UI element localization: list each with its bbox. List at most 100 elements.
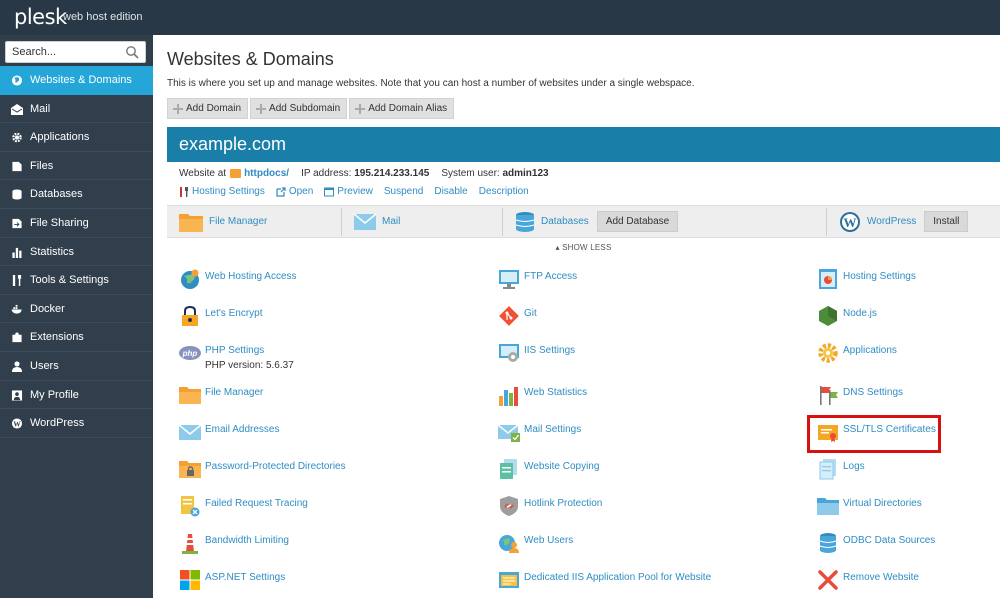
sidebar-item-label: Extensions (30, 331, 84, 344)
tool-virtual-directories[interactable]: Virtual Directories (817, 495, 922, 517)
sidebar-item-label: Websites & Domains (30, 74, 132, 86)
tool-password-protected-directories[interactable]: Password-Protected Directories (179, 458, 346, 480)
quick-mail[interactable]: Mail (354, 206, 400, 237)
quick-wordpress-label[interactable]: WordPress (867, 216, 916, 227)
show-less-label: SHOW LESS (562, 243, 612, 252)
sidebar-item-label: File Sharing (30, 216, 89, 229)
sidebar-item-wordpress[interactable]: W WordPress (0, 409, 153, 438)
sidebar-item-docker[interactable]: Docker (0, 295, 153, 324)
tool-label: Web Statistics (524, 387, 588, 398)
tool-iis-settings[interactable]: IIS Settings (498, 342, 575, 364)
search-icon[interactable] (125, 45, 139, 59)
user-icon (11, 361, 23, 372)
sidebar-item-label: WordPress (30, 417, 85, 430)
install-button[interactable]: Install (924, 211, 969, 232)
add-domain-alias-button[interactable]: Add Domain Alias (349, 98, 455, 119)
tool-odbc-data-sources[interactable]: ODBC Data Sources (817, 532, 935, 554)
web-statistics-icon (499, 387, 518, 406)
tool-label: ASP.NET Settings (205, 572, 286, 583)
sidebar-item-my-profile[interactable]: My Profile (0, 381, 153, 410)
tool-hotlink-protection[interactable]: Hotlink Protection (498, 495, 602, 517)
locked-folder-icon (179, 461, 201, 478)
tool-email-addresses[interactable]: Email Addresses (179, 421, 279, 443)
sidebar-item-file-sharing[interactable]: File Sharing (0, 209, 153, 238)
aspnet-icon (180, 570, 200, 590)
tool-label: FTP Access (524, 271, 578, 282)
tool-logs[interactable]: Logs (817, 458, 865, 480)
tool-file-manager[interactable]: File Manager (179, 384, 263, 406)
odbc-icon (819, 533, 837, 553)
tool-label: Let's Encrypt (205, 308, 263, 319)
quick-databases: Databases Add Database (515, 206, 679, 237)
sidebar-item-mail[interactable]: Mail (0, 95, 153, 124)
description-link[interactable]: Description (479, 186, 529, 197)
request-tracing-icon (181, 496, 200, 517)
add-database-button[interactable]: Add Database (596, 211, 679, 232)
sidebar-item-websites-domains[interactable]: Websites & Domains (0, 66, 153, 95)
separator (341, 208, 342, 236)
suspend-label: Suspend (383, 186, 424, 197)
tool-git[interactable]: Git (498, 305, 537, 327)
website-at-label: Website at (179, 168, 227, 179)
sidebar-item-files[interactable]: Files (0, 152, 153, 181)
lets-encrypt-icon (182, 305, 198, 326)
highlight-box (807, 415, 941, 453)
tool-remove-website[interactable]: Remove Website (817, 569, 919, 591)
globe-icon (11, 75, 23, 86)
tool-label: Bandwidth Limiting (205, 535, 289, 546)
plesk-logo[interactable]: plesk (14, 5, 67, 29)
svg-text:php: php (182, 349, 198, 358)
database-icon (12, 189, 22, 200)
tool-web-hosting-access[interactable]: Web Hosting Access (179, 268, 297, 290)
sidebar-item-label: Applications (30, 131, 90, 144)
tool-website-copying[interactable]: Website Copying (498, 458, 599, 480)
disable-link[interactable]: Disable (434, 186, 467, 197)
tool-dedicated-app-pool[interactable]: Dedicated IIS Application Pool for Websi… (498, 569, 711, 591)
docroot-link[interactable]: httpdocs/ (244, 168, 289, 179)
open-icon (276, 186, 286, 197)
sidebar-item-applications[interactable]: Applications (0, 123, 153, 152)
tool-bandwidth-limiting[interactable]: Bandwidth Limiting (179, 532, 289, 554)
sidebar-item-tools-settings[interactable]: Tools & Settings (0, 266, 153, 295)
mail-icon (11, 103, 23, 115)
tool-dns-settings[interactable]: DNS Settings (817, 384, 903, 406)
add-subdomain-label: Add Subdomain (269, 103, 341, 114)
tool-lets-encrypt[interactable]: Let's Encrypt (179, 305, 263, 327)
tool-label: Web Users (524, 535, 574, 546)
profile-icon (11, 389, 23, 401)
sidebar-item-label: Tools & Settings (30, 274, 109, 287)
hosting-settings-link[interactable]: Hosting Settings (179, 186, 265, 197)
tool-failed-request-tracing[interactable]: Failed Request Tracing (179, 495, 308, 517)
sidebar-item-statistics[interactable]: Statistics (0, 238, 153, 267)
tool-applications[interactable]: Applications (817, 342, 897, 364)
tool-ftp-access[interactable]: FTP Access (498, 268, 577, 290)
search-input[interactable]: Search... (5, 41, 146, 63)
tool-hosting-settings[interactable]: Hosting Settings (817, 268, 916, 290)
gear-icon (12, 132, 22, 143)
git-icon (499, 306, 519, 326)
quick-access-bar: File Manager Mail Databases Add Database… (167, 205, 1000, 238)
suspend-link[interactable]: Suspend (384, 186, 423, 197)
tool-mail-settings[interactable]: Mail Settings (498, 421, 581, 443)
dns-icon (820, 386, 838, 405)
add-subdomain-button[interactable]: Add Subdomain (250, 98, 348, 119)
tool-web-users[interactable]: Web Users (498, 532, 573, 554)
plus-icon (355, 103, 366, 114)
quick-file-manager-label: File Manager (209, 216, 268, 227)
tool-nodejs[interactable]: Node.js (817, 305, 877, 327)
sidebar-item-extensions[interactable]: Extensions (0, 323, 153, 352)
tool-web-statistics[interactable]: Web Statistics (498, 384, 587, 406)
tool-label: Failed Request Tracing (205, 498, 308, 509)
tool-php-settings[interactable]: php PHP Settings PHP version: 5.6.37 (179, 342, 294, 371)
show-less-toggle[interactable]: ▴ SHOW LESS (167, 238, 1000, 257)
sidebar-item-users[interactable]: Users (0, 352, 153, 381)
sidebar-item-databases[interactable]: Databases (0, 180, 153, 209)
tool-aspnet-settings[interactable]: ASP.NET Settings (179, 569, 285, 591)
quick-file-manager[interactable]: File Manager (179, 206, 267, 237)
edition-label: web host edition (63, 11, 143, 23)
open-link[interactable]: Open (276, 186, 313, 197)
add-domain-button[interactable]: Add Domain (167, 98, 249, 119)
domain-name[interactable]: example.com (179, 134, 286, 154)
quick-databases-label[interactable]: Databases (541, 216, 589, 227)
preview-link[interactable]: Preview (324, 186, 373, 197)
